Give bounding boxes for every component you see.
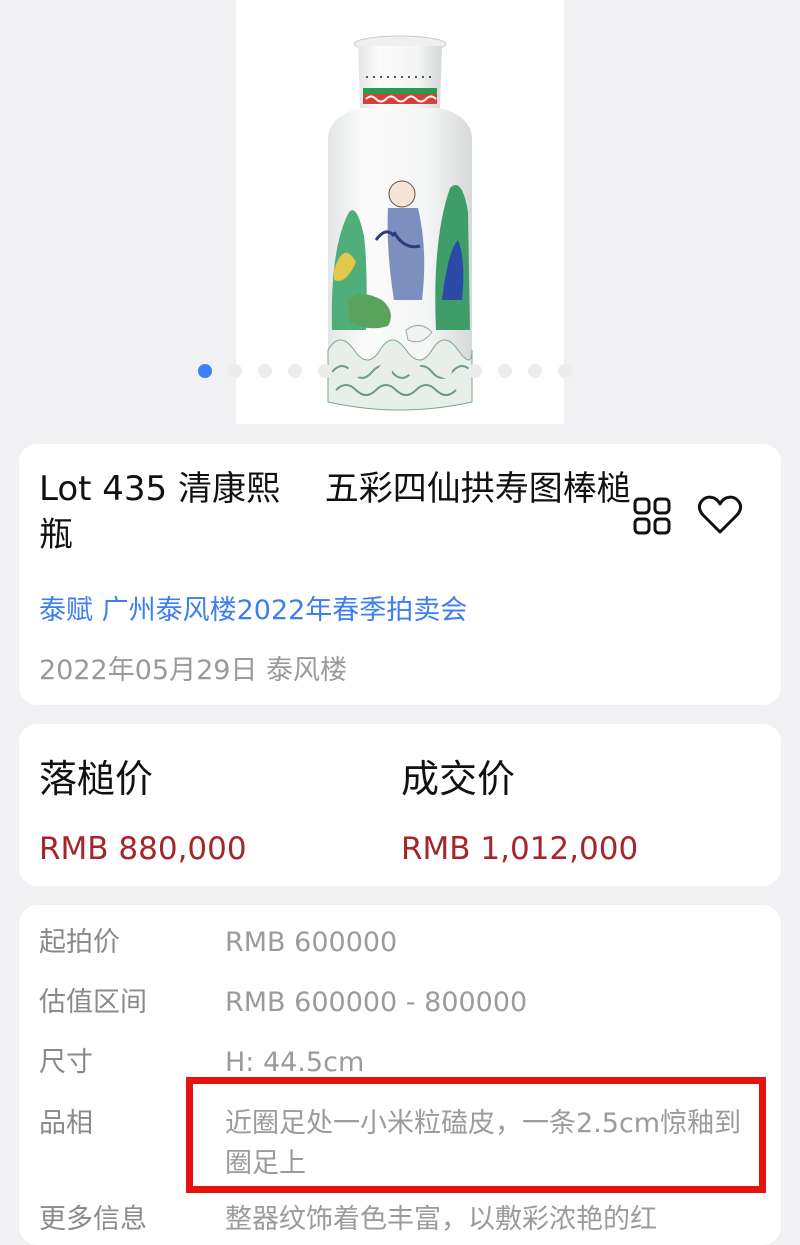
hammer-price-label: 落槌价 bbox=[39, 757, 154, 801]
gallery-dot[interactable] bbox=[348, 364, 362, 378]
gallery-dot[interactable] bbox=[408, 364, 422, 378]
detail-value: 整器纹饰着色丰富，以敷彩浓艳的红 bbox=[225, 1204, 657, 1235]
gallery-dot[interactable] bbox=[438, 364, 452, 378]
gallery-pagination[interactable] bbox=[0, 360, 800, 382]
gallery-dot[interactable] bbox=[318, 364, 332, 378]
gallery-dot[interactable] bbox=[528, 364, 542, 378]
gallery-dot[interactable] bbox=[558, 364, 572, 378]
gallery-dot[interactable] bbox=[228, 364, 242, 378]
lot-title: Lot 435 清康熙 五彩四仙拱寿图棒槌瓶 bbox=[39, 469, 631, 555]
gallery-dot[interactable] bbox=[258, 364, 272, 378]
detail-label: 起拍价 bbox=[39, 927, 120, 958]
gallery-dot[interactable] bbox=[378, 364, 392, 378]
price-card: 落槌价 RMB 880,000 成交价 RMB 1,012,000 bbox=[19, 724, 781, 886]
auction-sale-link[interactable]: 泰赋 广州泰风楼2022年春季拍卖会 bbox=[39, 588, 467, 627]
detail-label: 估值区间 bbox=[39, 987, 147, 1018]
detail-value: RMB 600000 bbox=[225, 927, 398, 958]
lot-info-card: Lot 435 清康熙 五彩四仙拱寿图棒槌瓶 泰赋 广州泰风楼2022年春季拍卖… bbox=[19, 444, 781, 705]
deal-price-label: 成交价 bbox=[401, 757, 516, 801]
detail-value: RMB 600000 - 800000 bbox=[225, 987, 528, 1018]
deal-price-value: RMB 1,012,000 bbox=[401, 831, 639, 867]
hammer-price-value: RMB 880,000 bbox=[39, 831, 247, 867]
detail-label: 更多信息 bbox=[39, 1204, 147, 1235]
heart-icon[interactable] bbox=[697, 494, 743, 536]
gallery-dot[interactable] bbox=[498, 364, 512, 378]
condition-highlight-box bbox=[186, 1077, 766, 1193]
auction-date-venue: 2022年05月29日 泰风楼 bbox=[39, 655, 348, 686]
lot-details-card: 起拍价 RMB 600000 估值区间 RMB 600000 - 800000 … bbox=[19, 905, 781, 1245]
gallery-dot[interactable] bbox=[468, 364, 482, 378]
detail-label: 尺寸 bbox=[39, 1047, 93, 1078]
detail-label: 品相 bbox=[39, 1108, 93, 1139]
grid-icon[interactable] bbox=[632, 496, 672, 536]
gallery-dot[interactable] bbox=[288, 364, 302, 378]
gallery-dot[interactable] bbox=[198, 364, 212, 378]
